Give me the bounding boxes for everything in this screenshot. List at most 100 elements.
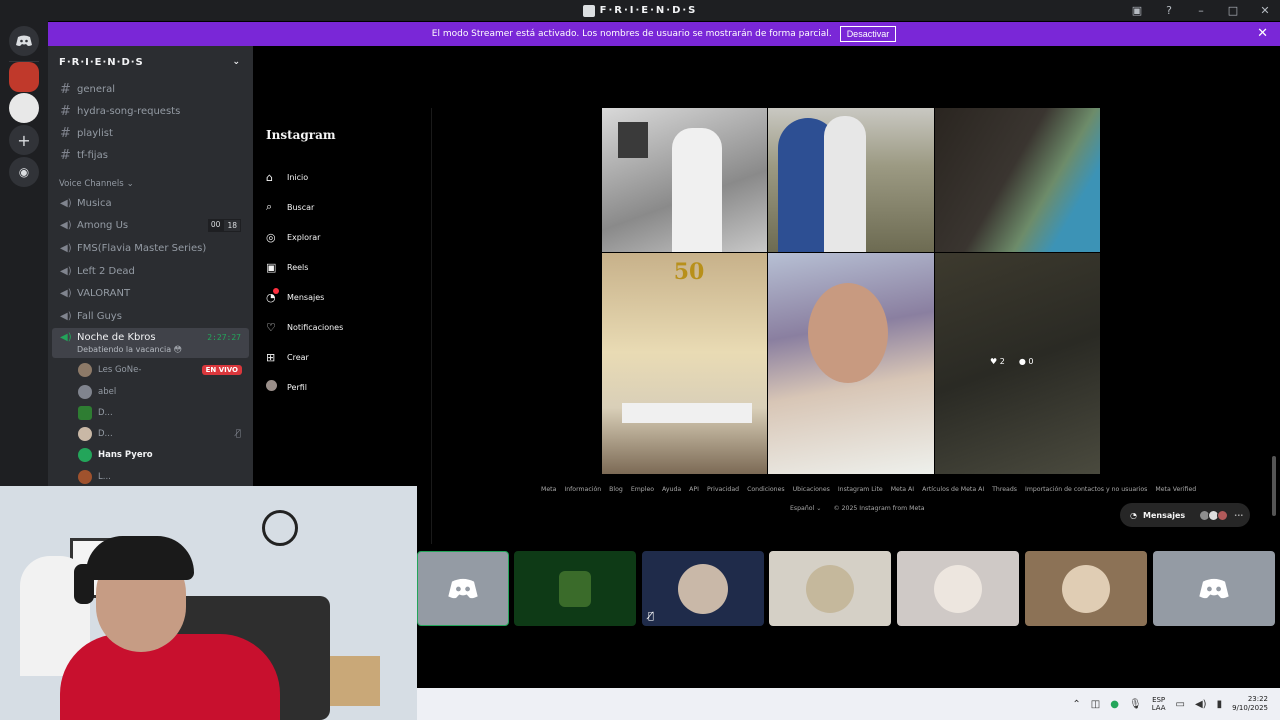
- text-channel[interactable]: # general: [48, 78, 253, 100]
- participant-tile[interactable]: [897, 551, 1019, 626]
- instagram-logo[interactable]: Instagram: [266, 128, 426, 142]
- discord-home-icon[interactable]: [9, 26, 39, 56]
- voice-category[interactable]: Voice Channels ⌄: [48, 172, 253, 192]
- nav-home[interactable]: ⌂ Inicio: [266, 162, 426, 192]
- reels-icon: ▣: [266, 260, 277, 274]
- participant-tile[interactable]: [514, 551, 636, 626]
- nav-reels[interactable]: ▣ Reels: [266, 252, 426, 282]
- nav-explore[interactable]: ◎ Explorar: [266, 222, 426, 252]
- messages-pill[interactable]: ◔ Mensajes ···: [1120, 503, 1250, 527]
- language-indicator[interactable]: ESP LAA: [1152, 696, 1166, 713]
- server-friends-icon[interactable]: [9, 62, 39, 92]
- clock[interactable]: 23:22 9/10/2025: [1232, 695, 1268, 713]
- voice-member[interactable]: D...: [48, 402, 253, 423]
- window-controls: ▣ ? – □ ✕: [1128, 0, 1274, 21]
- post-thumbnail[interactable]: [602, 108, 767, 252]
- voice-member[interactable]: L...: [48, 466, 253, 486]
- nav-profile[interactable]: Perfil: [266, 372, 426, 402]
- voice-channel[interactable]: ◀) Among Us 00 18: [48, 215, 253, 238]
- figure-shape: [672, 128, 722, 252]
- minimize-button[interactable]: –: [1192, 4, 1210, 17]
- messenger-icon: ◔: [1130, 510, 1137, 520]
- volume-icon[interactable]: ◀): [1195, 699, 1207, 710]
- nav-search[interactable]: ⌕ Buscar: [266, 192, 426, 222]
- avatar: [1062, 564, 1110, 613]
- deactivate-button[interactable]: Desactivar: [839, 26, 897, 42]
- voice-channel[interactable]: ◀) Left 2 Dead: [48, 260, 253, 283]
- footer-link[interactable]: Condiciones: [747, 486, 785, 493]
- close-window-button[interactable]: ✕: [1256, 4, 1274, 17]
- footer-link[interactable]: Importación de contactos y no usuarios: [1025, 486, 1147, 493]
- footer-link[interactable]: Blog: [609, 486, 623, 493]
- text-channel[interactable]: # hydra-song-requests: [48, 100, 253, 122]
- maximize-button[interactable]: □: [1224, 4, 1242, 17]
- footer-link[interactable]: Privacidad: [707, 486, 739, 493]
- footer-link[interactable]: Ubicaciones: [793, 486, 830, 493]
- post-thumbnail[interactable]: [768, 253, 934, 474]
- footer-link[interactable]: Ayuda: [662, 486, 681, 493]
- window-title: F·R·I·E·N·D·S: [582, 4, 698, 17]
- footer-link[interactable]: Threads: [992, 486, 1017, 493]
- shield-icon[interactable]: ●: [1110, 699, 1119, 710]
- nav-messages[interactable]: ◔ Mensajes: [266, 282, 426, 312]
- ring-light: [262, 510, 298, 546]
- inbox-icon[interactable]: ▣: [1128, 4, 1146, 17]
- voice-member[interactable]: Hans Pyero: [48, 445, 253, 466]
- participant-tile[interactable]: [769, 551, 891, 626]
- close-banner-icon[interactable]: ✕: [1257, 26, 1268, 41]
- footer-link[interactable]: Instagram Lite: [838, 486, 883, 493]
- footer-link[interactable]: Empleo: [631, 486, 654, 493]
- photo-grid: 50: [602, 108, 1100, 474]
- table-shape: [622, 403, 752, 423]
- voice-channel[interactable]: ◀) Musica: [48, 192, 253, 215]
- voice-member[interactable]: Les GoNe- EN VIVO: [48, 360, 253, 381]
- nav-notifications[interactable]: ♡ Notificaciones: [266, 312, 426, 342]
- speaker-icon: ◀): [60, 242, 72, 254]
- footer-link[interactable]: Meta: [541, 486, 556, 493]
- explore-icon[interactable]: ◉: [9, 157, 39, 187]
- post-thumbnail[interactable]: [768, 108, 934, 252]
- language-select[interactable]: Español ⌄: [790, 505, 821, 512]
- call-timer: 2:27:27: [207, 332, 241, 342]
- text-channel[interactable]: # playlist: [48, 122, 253, 144]
- voice-channel[interactable]: ◀) FMS(Flavia Master Series): [48, 237, 253, 260]
- nav-create[interactable]: ⊞ Crear: [266, 342, 426, 372]
- sidebar-divider: [431, 108, 432, 544]
- text-channel[interactable]: # tf-fijas: [48, 144, 253, 166]
- footer-link[interactable]: API: [689, 486, 699, 493]
- battery-icon[interactable]: ▮: [1217, 699, 1223, 710]
- messenger-icon: ◔: [266, 287, 287, 304]
- muted-icon: 🎙̸: [648, 611, 655, 622]
- notification-dot: [273, 287, 279, 294]
- add-server-icon[interactable]: +: [9, 125, 39, 155]
- server-other-icon[interactable]: [9, 93, 39, 123]
- chevron-up-icon[interactable]: ⌃: [1072, 699, 1080, 710]
- footer-link[interactable]: Artículos de Meta AI: [922, 486, 984, 493]
- copyright: © 2025 Instagram from Meta: [833, 505, 925, 512]
- help-icon[interactable]: ?: [1160, 4, 1178, 17]
- post-thumbnail[interactable]: [935, 108, 1100, 252]
- live-badge: EN VIVO: [201, 365, 242, 376]
- voice-channel[interactable]: ◀) Fall Guys: [48, 305, 253, 328]
- participant-tile[interactable]: [1153, 551, 1275, 626]
- channel-sidebar: F·R·I·E·N·D·S ⌄ # general # hydra-song-req…: [48, 46, 253, 486]
- footer-link[interactable]: Meta AI: [891, 486, 914, 493]
- participant-tile[interactable]: 🎙̸: [642, 551, 764, 626]
- microphone-icon[interactable]: 🎙: [1129, 699, 1142, 710]
- voice-member[interactable]: D... 🎙̸: [48, 423, 253, 444]
- voice-channel[interactable]: ◀) VALORANT: [48, 282, 253, 305]
- avatar: [78, 363, 92, 378]
- footer-link[interactable]: Meta Verified: [1155, 486, 1196, 493]
- voice-member[interactable]: abel: [48, 381, 253, 402]
- network-icon[interactable]: ◫: [1091, 699, 1100, 710]
- participant-tile[interactable]: [417, 551, 509, 626]
- guild-header[interactable]: F·R·I·E·N·D·S ⌄: [48, 46, 253, 78]
- participant-tile[interactable]: [1025, 551, 1147, 626]
- scrollbar[interactable]: [1272, 456, 1276, 516]
- post-thumbnail[interactable]: 50: [602, 253, 767, 474]
- footer-link[interactable]: Información: [564, 486, 601, 493]
- display-icon[interactable]: ▭: [1176, 699, 1185, 710]
- active-voice-channel[interactable]: ◀) Noche de Kbros 2:27:27 Debatiendo la …: [52, 327, 249, 358]
- discord-logo-icon: [1199, 578, 1229, 598]
- webcam-overlay: [0, 486, 417, 720]
